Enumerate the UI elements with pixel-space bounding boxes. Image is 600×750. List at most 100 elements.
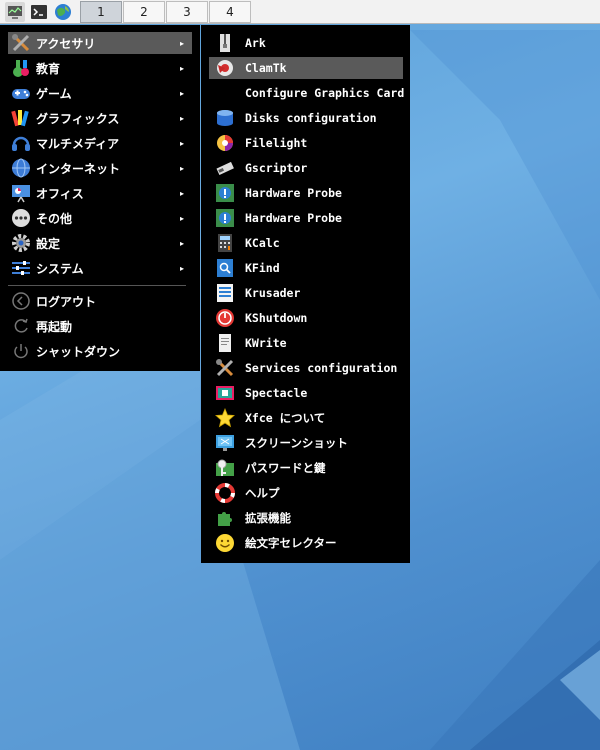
submenu-item-label: パスワードと鍵 bbox=[245, 461, 326, 475]
menu-session-label: ログアウト bbox=[36, 294, 97, 309]
submenu-item-label: Configure Graphics Card bbox=[245, 86, 405, 100]
submenu-item-clamtk[interactable]: ClamTk bbox=[209, 57, 403, 79]
menu-category-other[interactable]: その他 ▸ bbox=[8, 207, 192, 229]
games-icon bbox=[11, 83, 31, 103]
gscriptor-icon bbox=[215, 158, 235, 178]
menu-category-graphics[interactable]: グラフィックス ▸ bbox=[8, 107, 192, 129]
screenshot-icon bbox=[215, 433, 235, 453]
menu-category-office[interactable]: オフィス ▸ bbox=[8, 182, 192, 204]
graphics-icon bbox=[11, 108, 31, 128]
submenu-arrow: ▸ bbox=[179, 163, 184, 173]
submenu-item-label: Xfce について bbox=[245, 411, 326, 425]
submenu-arrow: ▸ bbox=[179, 38, 184, 48]
kwrite-icon bbox=[215, 333, 235, 353]
submenu-item-label: KWrite bbox=[245, 336, 287, 350]
submenu-item-label: Spectacle bbox=[245, 386, 308, 400]
system-monitor-icon[interactable] bbox=[5, 2, 25, 22]
clamtk-icon bbox=[215, 58, 235, 78]
submenu-item-kshutdown[interactable]: KShutdown bbox=[209, 307, 403, 329]
submenu-item-services-configuration[interactable]: Services configuration bbox=[209, 357, 403, 379]
menu-category-education[interactable]: 教育 ▸ bbox=[8, 57, 192, 79]
submenu-item-xfce-about[interactable]: Xfce について bbox=[209, 407, 403, 429]
submenu-item-kfind[interactable]: KFind bbox=[209, 257, 403, 279]
xfce-about-icon bbox=[215, 407, 235, 428]
workspace-3-button[interactable]: 3 bbox=[166, 1, 208, 23]
web-browser-icon[interactable] bbox=[53, 2, 73, 22]
accessories-submenu: Ark ClamTk Configure Graphics Card Disks… bbox=[201, 25, 410, 563]
kshutdown-icon bbox=[215, 308, 235, 328]
submenu-item-label: Filelight bbox=[245, 136, 308, 150]
submenu-item-disks-configuration[interactable]: Disks configuration bbox=[209, 107, 403, 129]
submenu-item-hardware-probe-2[interactable]: Hardware Probe bbox=[209, 207, 403, 229]
submenu-item-passwords-keys[interactable]: パスワードと鍵 bbox=[209, 457, 403, 479]
logout-item[interactable]: ログアウト bbox=[8, 290, 192, 312]
submenu-item-label: 絵文字セレクター bbox=[245, 536, 337, 550]
menu-category-accessories[interactable]: アクセサリ ▸ bbox=[8, 32, 192, 54]
help-icon bbox=[215, 483, 235, 503]
menu-category-label: オフィス bbox=[36, 186, 84, 201]
office-icon bbox=[11, 183, 31, 203]
extensions-icon bbox=[215, 508, 235, 528]
hardware-probe-icon bbox=[215, 208, 235, 228]
submenu-item-help[interactable]: ヘルプ bbox=[209, 482, 403, 504]
submenu-item-configure-graphics-card[interactable]: Configure Graphics Card bbox=[209, 82, 405, 104]
submenu-arrow: ▸ bbox=[179, 113, 184, 123]
menu-session-label: シャットダウン bbox=[36, 344, 121, 359]
spectacle-icon bbox=[215, 383, 235, 403]
submenu-item-emoji-selector[interactable]: 絵文字セレクター bbox=[209, 532, 403, 554]
workspace-1-button[interactable]: 1 bbox=[80, 1, 122, 23]
submenu-item-label: Ark bbox=[245, 36, 266, 50]
submenu-item-label: Krusader bbox=[245, 286, 301, 300]
submenu-item-hardware-probe-1[interactable]: Hardware Probe bbox=[209, 182, 403, 204]
submenu-arrow: ▸ bbox=[179, 213, 184, 223]
submenu-item-filelight[interactable]: Filelight bbox=[209, 132, 403, 154]
submenu-arrow: ▸ bbox=[179, 138, 184, 148]
submenu-arrow: ▸ bbox=[179, 263, 184, 273]
submenu-item-label: 拡張機能 bbox=[245, 511, 291, 525]
submenu-item-label: Hardware Probe bbox=[245, 211, 342, 225]
submenu-item-ark[interactable]: Ark bbox=[209, 32, 403, 54]
accessories-icon bbox=[11, 33, 31, 53]
submenu-item-label: Hardware Probe bbox=[245, 186, 342, 200]
menu-category-internet[interactable]: インターネット ▸ bbox=[8, 157, 192, 179]
restart-item[interactable]: 再起動 bbox=[8, 315, 192, 337]
submenu-item-label: KShutdown bbox=[245, 311, 308, 325]
submenu-item-label: スクリーンショット bbox=[245, 436, 348, 450]
submenu-item-krusader[interactable]: Krusader bbox=[209, 282, 403, 304]
menu-category-label: マルチメディア bbox=[36, 136, 120, 151]
other-icon bbox=[11, 208, 31, 228]
submenu-item-extensions[interactable]: 拡張機能 bbox=[209, 507, 403, 529]
passwords-keys-icon bbox=[215, 458, 235, 478]
submenu-arrow: ▸ bbox=[179, 188, 184, 198]
education-icon bbox=[11, 58, 31, 78]
submenu-item-label: ヘルプ bbox=[245, 486, 280, 500]
services-config-icon bbox=[215, 358, 235, 378]
submenu-item-label: ClamTk bbox=[245, 61, 287, 75]
multimedia-icon bbox=[11, 133, 31, 153]
top-panel: 1 2 3 4 bbox=[0, 0, 600, 24]
submenu-item-kwrite[interactable]: KWrite bbox=[209, 332, 403, 354]
menu-category-system[interactable]: システム ▸ bbox=[8, 257, 192, 279]
menu-separator bbox=[8, 285, 186, 286]
restart-icon bbox=[11, 316, 31, 336]
workspace-2-button[interactable]: 2 bbox=[123, 1, 165, 23]
submenu-item-spectacle[interactable]: Spectacle bbox=[209, 382, 403, 404]
shutdown-item[interactable]: シャットダウン bbox=[8, 340, 192, 362]
submenu-item-label: KCalc bbox=[245, 236, 280, 250]
menu-category-label: インターネット bbox=[36, 161, 121, 176]
menu-category-label: ゲーム bbox=[36, 86, 72, 101]
kfind-icon bbox=[215, 258, 235, 278]
emoji-icon bbox=[215, 533, 235, 553]
menu-category-label: 教育 bbox=[36, 61, 61, 76]
submenu-item-label: Services configuration bbox=[245, 361, 398, 375]
disks-icon bbox=[215, 108, 235, 128]
terminal-icon[interactable] bbox=[29, 2, 49, 22]
menu-category-multimedia[interactable]: マルチメディア ▸ bbox=[8, 132, 192, 154]
menu-category-settings[interactable]: 設定 ▸ bbox=[8, 232, 192, 254]
workspace-4-button[interactable]: 4 bbox=[209, 1, 251, 23]
submenu-item-gscriptor[interactable]: Gscriptor bbox=[209, 157, 403, 179]
menu-category-games[interactable]: ゲーム ▸ bbox=[8, 82, 192, 104]
submenu-item-screenshot[interactable]: スクリーンショット bbox=[209, 432, 403, 454]
submenu-item-kcalc[interactable]: KCalc bbox=[209, 232, 403, 254]
submenu-arrow: ▸ bbox=[179, 238, 184, 248]
